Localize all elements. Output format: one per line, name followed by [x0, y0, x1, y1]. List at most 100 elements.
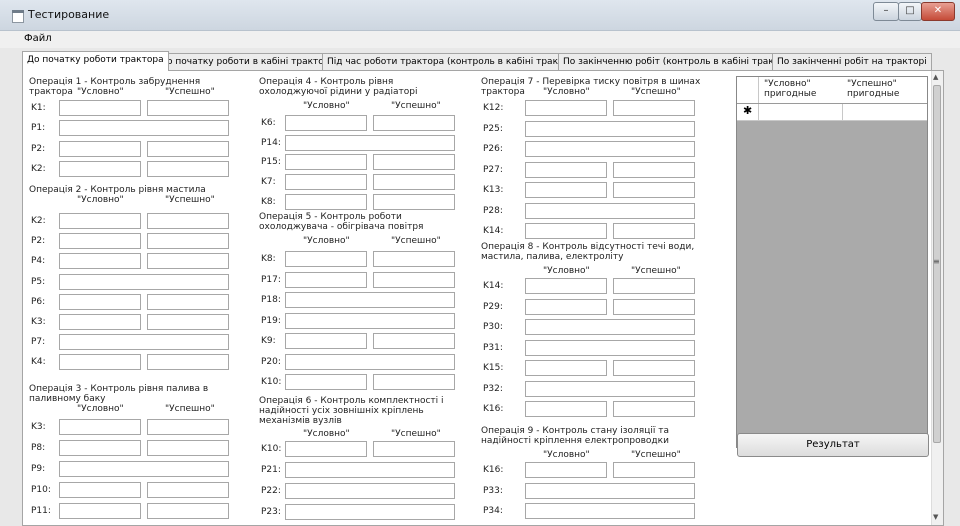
value-input[interactable]	[285, 354, 455, 370]
conditional-input[interactable]	[59, 503, 141, 519]
result-button[interactable]: Результат	[737, 433, 929, 457]
field-label: P30:	[483, 322, 503, 332]
value-input[interactable]	[525, 141, 695, 157]
minimize-button[interactable]: –	[873, 2, 899, 21]
conditional-input[interactable]	[285, 115, 367, 131]
conditional-input[interactable]	[59, 253, 141, 269]
conditional-input[interactable]	[525, 360, 607, 376]
vertical-scrollbar[interactable]: ▲ ≡ ▼	[931, 71, 943, 525]
successful-input[interactable]	[147, 482, 229, 498]
successful-input[interactable]	[373, 174, 455, 190]
conditional-input[interactable]	[285, 333, 367, 349]
successful-input[interactable]	[147, 314, 229, 330]
successful-input[interactable]	[147, 440, 229, 456]
successful-input[interactable]	[373, 251, 455, 267]
conditional-input[interactable]	[59, 354, 141, 370]
scroll-up-icon[interactable]: ▲	[933, 73, 938, 81]
value-input[interactable]	[59, 461, 229, 477]
conditional-input[interactable]	[59, 141, 141, 157]
value-input[interactable]	[285, 292, 455, 308]
conditional-input[interactable]	[59, 213, 141, 229]
successful-input[interactable]	[373, 154, 455, 170]
conditional-input[interactable]	[525, 401, 607, 417]
successful-input[interactable]	[373, 272, 455, 288]
conditional-input[interactable]	[59, 161, 141, 177]
successful-input[interactable]	[147, 419, 229, 435]
successful-input[interactable]	[613, 299, 695, 315]
value-input[interactable]	[285, 313, 455, 329]
successful-input[interactable]	[147, 354, 229, 370]
grid-col-conditional[interactable]: "Условно" пригодные	[764, 79, 836, 99]
value-input[interactable]	[59, 274, 229, 290]
conditional-input[interactable]	[525, 223, 607, 239]
conditional-input[interactable]	[525, 100, 607, 116]
conditional-input[interactable]	[285, 174, 367, 190]
successful-input[interactable]	[613, 182, 695, 198]
successful-input[interactable]	[373, 441, 455, 457]
successful-input[interactable]	[613, 223, 695, 239]
value-input[interactable]	[59, 120, 229, 136]
successful-input[interactable]	[613, 401, 695, 417]
conditional-input[interactable]	[59, 419, 141, 435]
value-input[interactable]	[525, 121, 695, 137]
conditional-input[interactable]	[285, 441, 367, 457]
scroll-down-icon[interactable]: ▼	[933, 513, 938, 521]
conditional-input[interactable]	[59, 294, 141, 310]
conditional-input[interactable]	[59, 100, 141, 116]
conditional-input[interactable]	[285, 194, 367, 210]
conditional-input[interactable]	[59, 482, 141, 498]
menu-file[interactable]: Файл	[24, 33, 52, 44]
conditional-input[interactable]	[525, 299, 607, 315]
successful-input[interactable]	[373, 374, 455, 390]
value-input[interactable]	[525, 503, 695, 519]
successful-input[interactable]	[147, 253, 229, 269]
successful-input[interactable]	[147, 233, 229, 249]
tab-before-cabin-work[interactable]: До початку роботи в кабіні трактора	[155, 53, 341, 70]
value-input[interactable]	[59, 334, 229, 350]
successful-input[interactable]	[147, 100, 229, 116]
tab-during-work[interactable]: Під час роботи трактора (контроль в кабі…	[322, 53, 589, 70]
conditional-input[interactable]	[285, 154, 367, 170]
results-grid[interactable]: "Условно" пригодные "Успешно" пригодные …	[736, 76, 928, 448]
value-input[interactable]	[525, 340, 695, 356]
conditional-input[interactable]	[285, 272, 367, 288]
tab-before-tractor-work[interactable]: До початку роботи трактора	[22, 51, 169, 71]
conditional-input[interactable]	[285, 251, 367, 267]
successful-input[interactable]	[147, 294, 229, 310]
conditional-input[interactable]	[59, 440, 141, 456]
value-input[interactable]	[285, 483, 455, 499]
successful-input[interactable]	[613, 278, 695, 294]
successful-input[interactable]	[373, 194, 455, 210]
successful-input[interactable]	[613, 360, 695, 376]
successful-input[interactable]	[147, 161, 229, 177]
value-input[interactable]	[525, 319, 695, 335]
grid-col-successful[interactable]: "Успешно" пригодные	[847, 79, 919, 99]
conditional-input[interactable]	[59, 233, 141, 249]
value-input[interactable]	[285, 135, 455, 151]
grid-cell[interactable]	[758, 104, 843, 120]
conditional-input[interactable]	[285, 374, 367, 390]
value-input[interactable]	[285, 462, 455, 478]
value-input[interactable]	[285, 504, 455, 520]
close-button[interactable]: ✕	[921, 2, 955, 21]
conditional-input[interactable]	[59, 314, 141, 330]
value-input[interactable]	[525, 203, 695, 219]
conditional-input[interactable]	[525, 182, 607, 198]
conditional-input[interactable]	[525, 162, 607, 178]
maximize-button[interactable]: □	[898, 2, 922, 21]
grid-new-row[interactable]: ✱	[737, 104, 927, 121]
successful-input[interactable]	[613, 100, 695, 116]
successful-input[interactable]	[613, 162, 695, 178]
tab-after-work-tractor[interactable]: По закінченні робіт на тракторі	[772, 53, 932, 70]
successful-input[interactable]	[613, 462, 695, 478]
conditional-input[interactable]	[525, 462, 607, 478]
successful-input[interactable]	[147, 503, 229, 519]
tab-after-work-cabin[interactable]: По закінченню робіт (контроль в кабіні т…	[558, 53, 805, 70]
successful-input[interactable]	[373, 333, 455, 349]
conditional-input[interactable]	[525, 278, 607, 294]
successful-input[interactable]	[373, 115, 455, 131]
value-input[interactable]	[525, 483, 695, 499]
value-input[interactable]	[525, 381, 695, 397]
successful-input[interactable]	[147, 141, 229, 157]
successful-input[interactable]	[147, 213, 229, 229]
